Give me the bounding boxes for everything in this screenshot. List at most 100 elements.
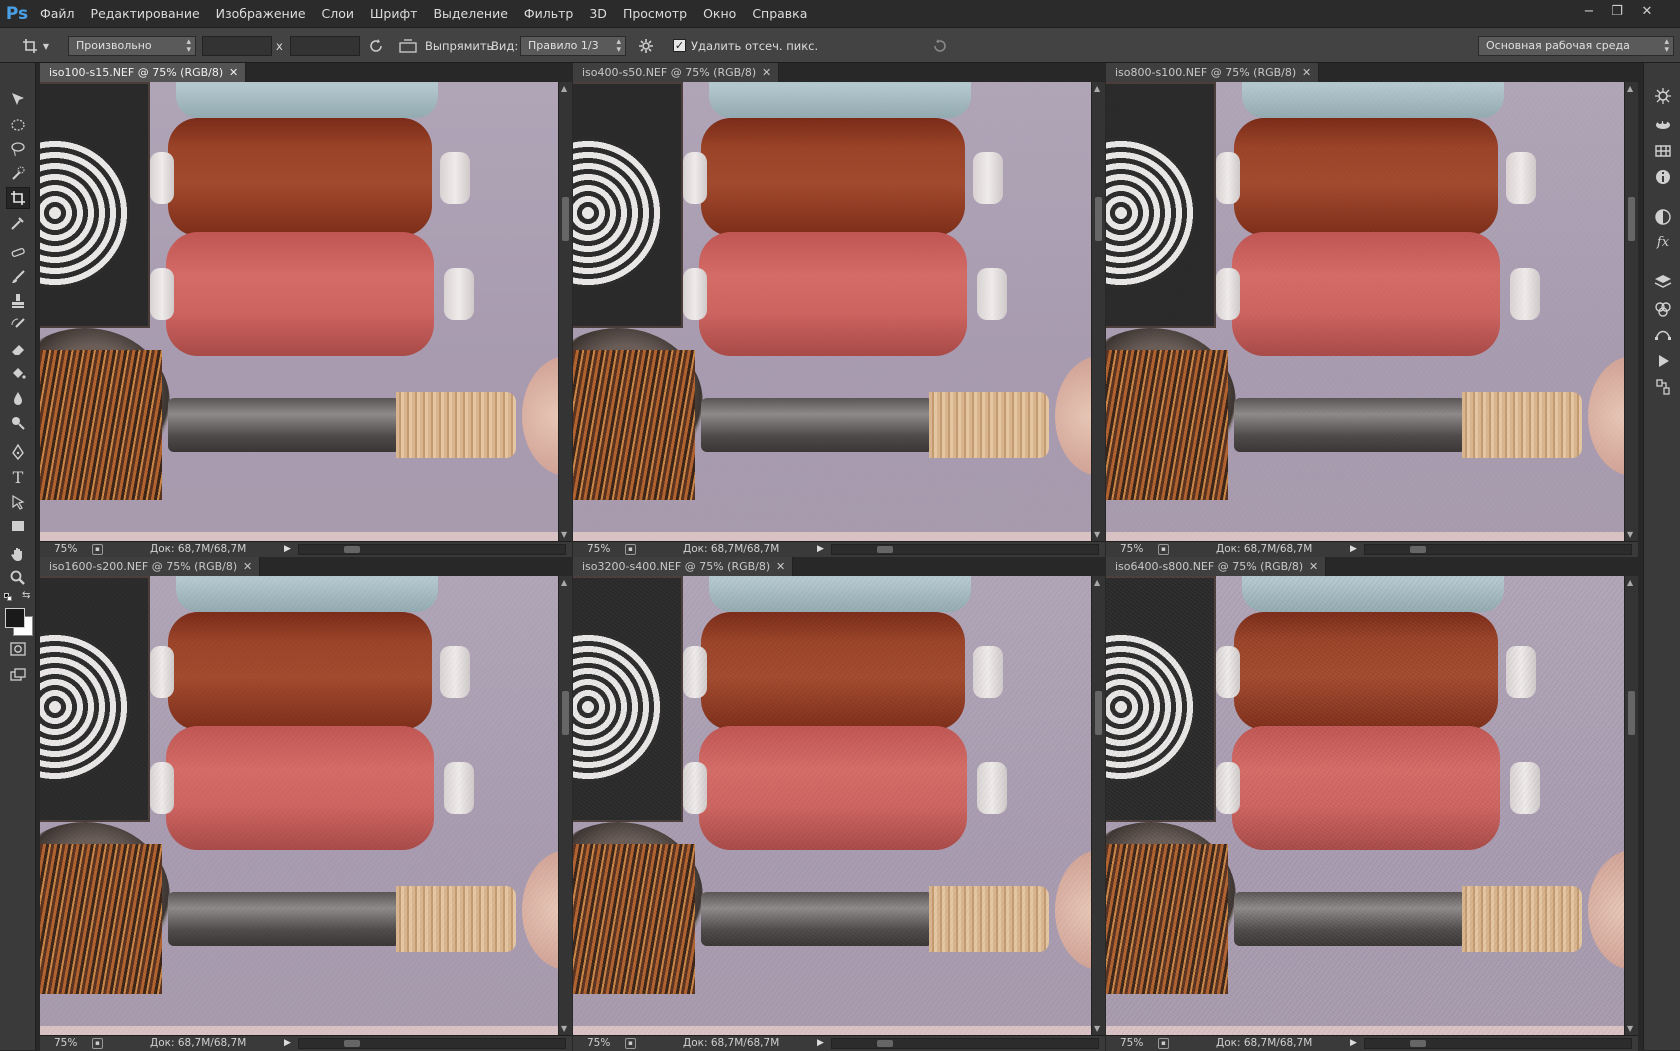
- scroll-thumb[interactable]: [562, 691, 569, 735]
- image-canvas[interactable]: [40, 82, 558, 541]
- menu-view[interactable]: Просмотр: [615, 0, 695, 27]
- default-colors-icon[interactable]: [4, 593, 14, 601]
- scroll-up-icon[interactable]: ▲: [561, 578, 567, 587]
- document-tab[interactable]: iso3200-s400.NEF @ 75% (RGB/8) ✕: [573, 557, 794, 576]
- channels-icon[interactable]: [1652, 298, 1674, 320]
- workspace-select[interactable]: Основная рабочая среда ▴ ▾: [1478, 36, 1674, 56]
- vertical-scrollbar[interactable]: ▲ ▼: [1624, 576, 1638, 1035]
- vertical-scrollbar[interactable]: ▲ ▼: [1624, 82, 1638, 541]
- scroll-thumb[interactable]: [1095, 197, 1102, 241]
- status-info-icon[interactable]: ▪: [1158, 1038, 1169, 1049]
- reset-crop-icon[interactable]: [930, 36, 950, 56]
- minimize-button[interactable]: −: [1576, 0, 1602, 22]
- history-icon[interactable]: [1652, 376, 1674, 398]
- status-menu-arrow-icon[interactable]: ▶: [817, 542, 824, 557]
- scroll-down-icon[interactable]: ▼: [561, 1024, 567, 1033]
- scroll-down-icon[interactable]: ▼: [1627, 1024, 1633, 1033]
- status-menu-arrow-icon[interactable]: ▶: [1350, 542, 1357, 557]
- zoom-level[interactable]: 75%: [587, 542, 610, 557]
- horizontal-scrollbar[interactable]: [298, 544, 566, 555]
- straighten-button[interactable]: Выпрямить: [425, 36, 493, 56]
- status-info-icon[interactable]: ▪: [625, 544, 636, 555]
- actions-icon[interactable]: [1652, 350, 1674, 372]
- menu-edit[interactable]: Редактирование: [83, 0, 208, 27]
- scroll-thumb[interactable]: [1628, 691, 1635, 735]
- path-select-icon[interactable]: [6, 491, 30, 513]
- straighten-icon[interactable]: [398, 36, 418, 56]
- scroll-down-icon[interactable]: ▼: [1094, 530, 1100, 539]
- quick-select-icon[interactable]: [6, 162, 30, 184]
- eraser-icon[interactable]: [6, 338, 30, 360]
- hand-icon[interactable]: [6, 543, 30, 565]
- move-icon[interactable]: [6, 88, 30, 110]
- status-menu-arrow-icon[interactable]: ▶: [1350, 1036, 1357, 1051]
- document-tab[interactable]: iso6400-s800.NEF @ 75% (RGB/8) ✕: [1106, 557, 1327, 576]
- zoom-level[interactable]: 75%: [54, 542, 77, 557]
- image-canvas[interactable]: [1106, 82, 1624, 541]
- 3d-icon[interactable]: [1652, 113, 1674, 135]
- scroll-up-icon[interactable]: ▲: [1094, 84, 1100, 93]
- scroll-thumb[interactable]: [877, 546, 893, 553]
- close-tab-icon[interactable]: ✕: [776, 557, 785, 576]
- swap-colors-icon[interactable]: ⇆: [22, 590, 30, 601]
- status-info-icon[interactable]: ▪: [92, 544, 103, 555]
- vertical-scrollbar[interactable]: ▲ ▼: [558, 82, 572, 541]
- menu-3d[interactable]: 3D: [581, 0, 615, 27]
- scroll-down-icon[interactable]: ▼: [1094, 1024, 1100, 1033]
- scroll-thumb[interactable]: [562, 197, 569, 241]
- horizontal-scrollbar[interactable]: [831, 544, 1099, 555]
- zoom-level[interactable]: 75%: [1120, 1036, 1143, 1051]
- horizontal-scrollbar[interactable]: [298, 1038, 566, 1049]
- crop-icon[interactable]: [6, 187, 30, 209]
- scroll-up-icon[interactable]: ▲: [1627, 578, 1633, 587]
- close-tab-icon[interactable]: ✕: [229, 63, 238, 82]
- scroll-thumb[interactable]: [1410, 1040, 1426, 1047]
- menu-type[interactable]: Шрифт: [362, 0, 425, 27]
- close-tab-icon[interactable]: ✕: [243, 557, 252, 576]
- swap-rotate-icon[interactable]: [366, 36, 386, 56]
- document-tab[interactable]: iso800-s100.NEF @ 75% (RGB/8) ✕: [1106, 63, 1320, 82]
- menu-window[interactable]: Окно: [695, 0, 744, 27]
- marquee-icon[interactable]: [6, 114, 30, 136]
- screen-mode-icon[interactable]: [6, 664, 30, 686]
- ratio-select[interactable]: Произвольно ▴ ▾: [68, 36, 196, 56]
- image-canvas[interactable]: [40, 576, 558, 1035]
- status-menu-arrow-icon[interactable]: ▶: [284, 542, 291, 557]
- close-tab-icon[interactable]: ✕: [1302, 63, 1311, 82]
- brush-icon[interactable]: [6, 266, 30, 288]
- delete-cropped-checkbox[interactable]: ✓: [673, 39, 686, 52]
- image-canvas[interactable]: [573, 576, 1091, 1035]
- paths-icon[interactable]: [1652, 323, 1674, 345]
- zoom-level[interactable]: 75%: [54, 1036, 77, 1051]
- menu-image[interactable]: Изображение: [208, 0, 314, 27]
- scroll-up-icon[interactable]: ▲: [1094, 578, 1100, 587]
- horizontal-scrollbar[interactable]: [831, 1038, 1099, 1049]
- scroll-thumb[interactable]: [1410, 546, 1426, 553]
- crop-preset-icon[interactable]: [20, 36, 40, 56]
- eyedropper-icon[interactable]: [6, 212, 30, 234]
- menu-filter[interactable]: Фильтр: [516, 0, 581, 27]
- zoom-icon[interactable]: [6, 567, 30, 589]
- pen-icon[interactable]: [6, 441, 30, 463]
- image-canvas[interactable]: [1106, 576, 1624, 1035]
- close-window-button[interactable]: ✕: [1634, 0, 1660, 22]
- zoom-level[interactable]: 75%: [587, 1036, 610, 1051]
- scroll-thumb[interactable]: [877, 1040, 893, 1047]
- document-tab[interactable]: iso1600-s200.NEF @ 75% (RGB/8) ✕: [40, 557, 261, 576]
- height-input[interactable]: [290, 36, 360, 56]
- adjustments-icon[interactable]: [1652, 206, 1674, 228]
- quick-mask-icon[interactable]: [6, 638, 30, 660]
- horizontal-scrollbar[interactable]: [1364, 1038, 1632, 1049]
- width-input[interactable]: [202, 36, 272, 56]
- styles-icon[interactable]: fx: [1652, 231, 1674, 253]
- status-menu-arrow-icon[interactable]: ▶: [817, 1036, 824, 1051]
- horizontal-scrollbar[interactable]: [1364, 544, 1632, 555]
- rectangle-icon[interactable]: [6, 515, 30, 537]
- image-canvas[interactable]: [573, 82, 1091, 541]
- lasso-icon[interactable]: [6, 138, 30, 160]
- document-tab[interactable]: iso400-s50.NEF @ 75% (RGB/8) ✕: [573, 63, 780, 82]
- foreground-color-swatch[interactable]: [5, 608, 25, 628]
- close-tab-icon[interactable]: ✕: [762, 63, 771, 82]
- healing-icon[interactable]: [6, 241, 30, 263]
- scroll-thumb[interactable]: [344, 1040, 360, 1047]
